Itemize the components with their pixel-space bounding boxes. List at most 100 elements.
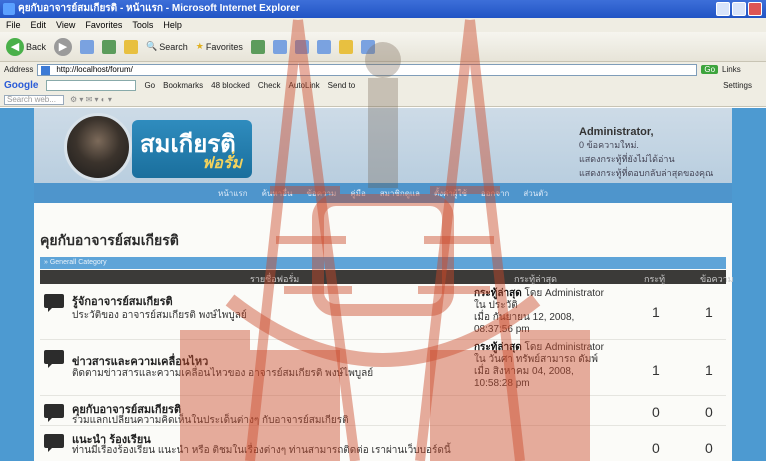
print-icon[interactable] bbox=[294, 39, 309, 54]
logo-subtext: ฟอรั่ม bbox=[201, 155, 242, 172]
menu-favorites[interactable]: Favorites bbox=[85, 18, 122, 32]
address-bar: Address http://localhost/forum/ Go Links bbox=[0, 62, 766, 77]
col-topics: กระทู้ bbox=[644, 274, 666, 284]
forum-row[interactable]: คุยกับอาจารย์สมเกียรติ ร่วมแลกเปลี่ยนควา… bbox=[40, 396, 726, 426]
google-search-input[interactable] bbox=[46, 79, 137, 91]
forum-description: ติดตามข่าวสารและความเคลื่อนไหวของ อาจารย… bbox=[72, 368, 374, 379]
toolbar: ◀ Back ▶ 🔍 Search ★ Favorites bbox=[0, 32, 766, 62]
favorites-label: Favorites bbox=[205, 41, 243, 52]
forum-logo[interactable]: สมเกียรติ ฟอรั่ม bbox=[132, 120, 252, 178]
back-label: Back bbox=[26, 41, 47, 52]
new-messages-link[interactable]: 0 ข้อความใหม่. bbox=[579, 138, 729, 152]
post-count: 1 bbox=[705, 304, 713, 320]
menu-tools[interactable]: Tools bbox=[132, 18, 153, 32]
maximize-button[interactable] bbox=[732, 2, 746, 16]
favorites-button[interactable]: ★ Favorites bbox=[196, 41, 243, 52]
col-forum: รายชื่อฟอรั่ม bbox=[250, 274, 300, 284]
last-post-link[interactable]: กระทู้ล่าสุด bbox=[474, 288, 522, 299]
messenger-icon[interactable] bbox=[360, 39, 375, 54]
close-button[interactable] bbox=[748, 2, 762, 16]
nav-profile[interactable]: ตั้งค่าผู้ใช้ bbox=[434, 187, 467, 200]
menu-edit[interactable]: Edit bbox=[31, 18, 47, 32]
check-button[interactable]: Check bbox=[258, 81, 281, 90]
col-last-post: กระทู้ล่าสุด bbox=[514, 274, 557, 284]
minimize-button[interactable] bbox=[716, 2, 730, 16]
last-post-date: เมื่อ สิงหาคม 04, 2008, bbox=[474, 366, 574, 377]
nav-search[interactable]: ค้นหาอื่น bbox=[262, 187, 293, 200]
sendto-button[interactable]: Send to bbox=[328, 81, 356, 90]
folder-icon[interactable] bbox=[338, 39, 353, 54]
post-count: 0 bbox=[705, 440, 713, 456]
user-info: Administrator, 0 ข้อความใหม่. แสดงกระทู้… bbox=[579, 126, 729, 180]
ie-icon bbox=[3, 3, 15, 15]
user-name: Administrator, bbox=[579, 126, 654, 138]
replies-link[interactable]: แสดงกระทู้ที่ตอบกลับล่าสุดของคุณ bbox=[579, 166, 729, 180]
window-title: คุยกับอาจารย์สมเกียรติ - หน้าแรก - Micro… bbox=[18, 3, 300, 14]
last-post: กระทู้ล่าสุด โดย Administrator ใน ประวัต… bbox=[474, 288, 624, 336]
forum-row[interactable]: รู้จักอาจารย์สมเกียรติ ประวัติของ อาจารย… bbox=[40, 286, 726, 340]
category-bar[interactable]: » Generall Category bbox=[40, 257, 726, 269]
go-button[interactable]: Go bbox=[701, 65, 719, 74]
post-count: 1 bbox=[705, 362, 713, 378]
search-icon: 🔍 bbox=[146, 41, 158, 51]
forum-row[interactable]: ข่าวสารและความเคลื่อนไหว ติดตามข่าวสารแล… bbox=[40, 340, 726, 396]
last-post-topic[interactable]: ใน วันศา ทรัพย์สามารถ ดัมพ์ bbox=[474, 354, 624, 366]
topic-count: 0 bbox=[652, 404, 660, 420]
nav-help[interactable]: คู่มือ bbox=[350, 187, 365, 200]
nav-home[interactable]: หน้าแรก bbox=[218, 187, 248, 200]
forum-description: ประวัติของ อาจารย์สมเกียรติ พงษ์ไพบูลย์ bbox=[72, 310, 247, 321]
menu-view[interactable]: View bbox=[56, 18, 75, 32]
browser-window: คุยกับอาจารย์สมเกียรติ - หน้าแรก - Micro… bbox=[0, 0, 766, 461]
refresh-icon[interactable] bbox=[102, 39, 117, 54]
google-go-button[interactable]: Go bbox=[144, 81, 155, 90]
popup-blocked[interactable]: 48 blocked bbox=[211, 81, 250, 90]
google-logo: Google bbox=[4, 79, 39, 91]
autolink-button[interactable]: AutoLink bbox=[289, 81, 320, 90]
nav-members[interactable]: สมาชิกดูแล bbox=[380, 187, 420, 200]
back-arrow-icon: ◀ bbox=[6, 37, 24, 56]
menu-bar: File Edit View Favorites Tools Help bbox=[0, 18, 766, 32]
home-icon[interactable] bbox=[124, 39, 139, 54]
forward-button[interactable]: ▶ bbox=[54, 37, 73, 56]
table-header: รายชื่อฟอรั่ม กระทู้ล่าสุด กระทู้ ข้อควา… bbox=[40, 270, 734, 284]
col-posts: ข้อความ bbox=[700, 274, 734, 284]
avatar bbox=[64, 113, 132, 181]
links-label[interactable]: Links bbox=[722, 65, 741, 74]
search-button[interactable]: 🔍 Search bbox=[146, 41, 188, 52]
topic-count: 1 bbox=[652, 304, 660, 320]
page-title: คุยกับอาจารย์สมเกียรติ bbox=[40, 232, 179, 248]
forum-icon bbox=[44, 350, 64, 368]
bookmarks-button[interactable]: Bookmarks bbox=[163, 81, 203, 90]
stop-icon[interactable] bbox=[80, 39, 95, 54]
unread-posts-link[interactable]: แสดงกระทู้ที่ยังไม่ได้อ่าน bbox=[579, 152, 729, 166]
menu-help[interactable]: Help bbox=[163, 18, 182, 32]
content-area: สมเกียรติ ฟอรั่ม Administrator, 0 ข้อความ… bbox=[0, 108, 766, 461]
forum-page: สมเกียรติ ฟอรั่ม Administrator, 0 ข้อความ… bbox=[34, 108, 734, 461]
mail-icon[interactable] bbox=[272, 39, 287, 54]
title-bar: คุยกับอาจารย์สมเกียรติ - หน้าแรก - Micro… bbox=[0, 0, 766, 18]
last-post-time: 08:37:56 pm bbox=[474, 324, 530, 335]
last-post: กระทู้ล่าสุด โดย Administrator ใน วันศา … bbox=[474, 342, 624, 390]
edit-icon[interactable] bbox=[316, 39, 331, 54]
back-button[interactable]: ◀ Back bbox=[6, 37, 47, 56]
topic-count: 0 bbox=[652, 440, 660, 456]
media-icon[interactable] bbox=[250, 39, 265, 54]
search-tool-icon[interactable]: ⚙ ▾ ✉ ▾ ◐ ▾ bbox=[70, 95, 112, 104]
settings-button[interactable]: Settings bbox=[723, 81, 752, 90]
menu-file[interactable]: File bbox=[6, 18, 21, 32]
nav-messages[interactable]: ข้อความ bbox=[306, 187, 336, 200]
last-post-link[interactable]: กระทู้ล่าสุด bbox=[474, 342, 522, 353]
forum-icon bbox=[44, 294, 64, 312]
last-post-author[interactable]: โดย Administrator bbox=[525, 288, 604, 299]
address-input[interactable]: http://localhost/forum/ bbox=[37, 63, 698, 76]
forum-row[interactable]: แนะนำ ร้องเรียน ท่านมีเรื่องร้องเรียน แน… bbox=[40, 426, 726, 461]
post-count: 0 bbox=[705, 404, 713, 420]
nav-logout[interactable]: ออกจาก bbox=[481, 187, 509, 200]
star-icon: ★ bbox=[195, 41, 204, 51]
last-post-author[interactable]: โดย Administrator bbox=[525, 342, 604, 353]
nav-personal[interactable]: ส่วนตัว bbox=[523, 187, 548, 200]
address-label: Address bbox=[4, 65, 34, 74]
forum-description: ท่านมีเรื่องร้องเรียน แนะนำ หรือ ติชมในเ… bbox=[72, 445, 451, 456]
web-search-input[interactable]: Search web... bbox=[4, 94, 64, 105]
last-post-topic[interactable]: ใน ประวัติ bbox=[474, 300, 624, 312]
